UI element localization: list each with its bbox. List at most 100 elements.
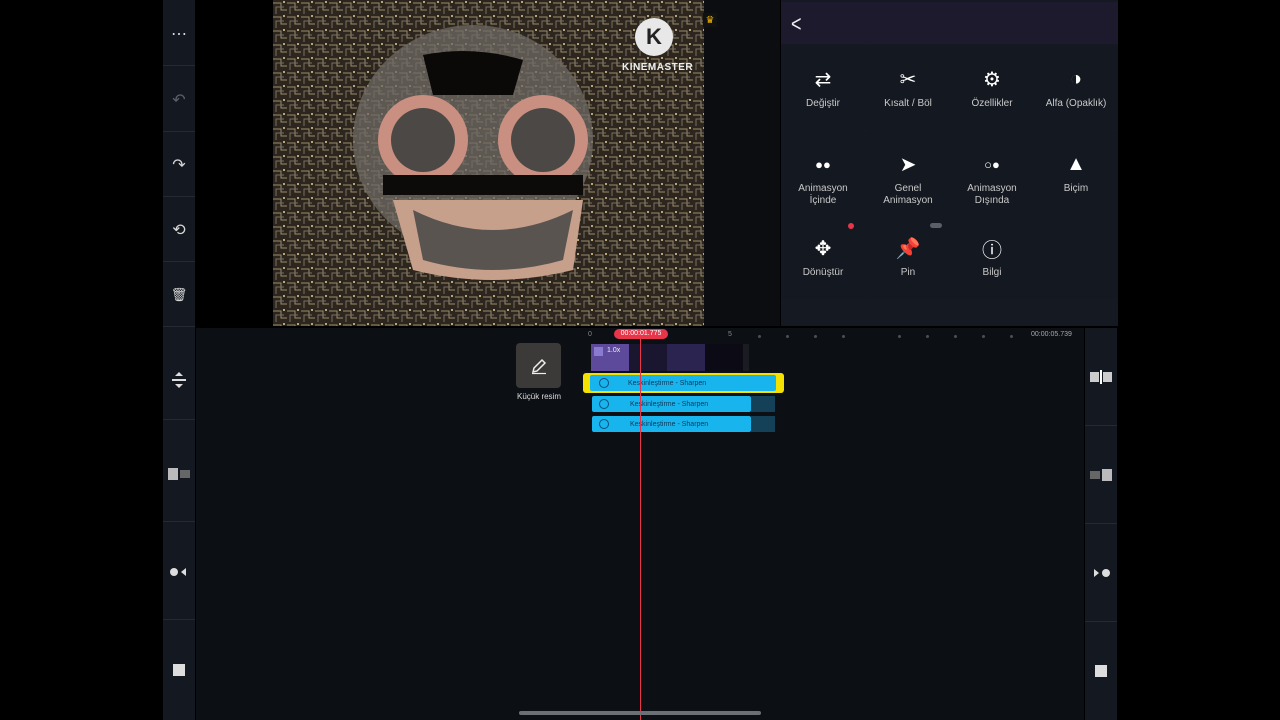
effect-icon bbox=[599, 419, 609, 429]
fx-settings-icon: ⚙ bbox=[983, 68, 1001, 91]
effect-clip-label: Keskinleştirme - Sharpen bbox=[630, 420, 709, 428]
ruler-tick bbox=[926, 335, 929, 338]
info-label: Bilgi bbox=[982, 267, 1002, 278]
out-animation-label: Animasyon Dışında bbox=[963, 183, 1020, 207]
video-clip-frame[interactable] bbox=[629, 344, 667, 371]
video-clip-end bbox=[743, 344, 749, 371]
transform-button[interactable]: ✥ Dönüştür bbox=[781, 215, 865, 299]
pencil-icon bbox=[531, 358, 546, 374]
panel-header: < bbox=[781, 2, 1118, 44]
in-animation-label-line1: Animasyon bbox=[798, 183, 848, 194]
delete-button[interactable]: 🗑 bbox=[163, 263, 195, 327]
ruler-tick bbox=[1010, 335, 1013, 338]
ruler-tick bbox=[842, 335, 845, 338]
effect-icon bbox=[599, 399, 609, 409]
replace-button[interactable]: ⇄ Değiştir bbox=[781, 46, 865, 130]
clip-type-icon bbox=[594, 347, 603, 356]
pin-label: Pin bbox=[900, 267, 916, 278]
split-button[interactable] bbox=[1085, 328, 1117, 426]
left-toolbar: ⋯ ↶ ↷ ⟲ 🗑 bbox=[163, 0, 195, 720]
clip-speed: 1.0x bbox=[607, 347, 621, 354]
thumbnail-label: Küçük resim bbox=[516, 392, 561, 401]
timeline-height-button[interactable] bbox=[163, 340, 195, 420]
effect-clip-tail bbox=[751, 396, 775, 412]
trash-icon: 🗑 bbox=[170, 286, 188, 302]
in-animation-button[interactable]: ●● Animasyon İçinde bbox=[781, 131, 865, 215]
rewind-button[interactable]: ⟲ bbox=[163, 198, 195, 262]
alpha-opacity-label: Alfa (Opaklık) bbox=[1045, 98, 1107, 109]
move-arrows-icon: ✥ bbox=[814, 237, 832, 260]
expand-vertical-icon bbox=[172, 371, 186, 388]
info-button[interactable]: ⓘ Bilgi bbox=[950, 215, 1034, 299]
in-animation-label-line2: İçinde bbox=[809, 195, 837, 206]
square-icon bbox=[1095, 665, 1107, 677]
ruler-tick bbox=[982, 335, 985, 338]
square-icon bbox=[173, 664, 185, 676]
jump-end-button[interactable] bbox=[1085, 524, 1117, 622]
premium-crown-icon[interactable]: ♛ bbox=[703, 13, 717, 27]
playhead-line[interactable] bbox=[640, 334, 641, 720]
out-animation-label-line2: Dışında bbox=[974, 195, 1010, 206]
ruler-tick bbox=[814, 335, 817, 338]
fullscreen-left-button[interactable] bbox=[163, 622, 195, 718]
redo-button[interactable]: ↷ bbox=[163, 133, 195, 197]
pin-button[interactable]: 📌 Pin bbox=[866, 215, 950, 299]
track-right-button[interactable] bbox=[1085, 426, 1117, 524]
more-icon: ⋯ bbox=[171, 25, 187, 43]
alpha-opacity-button[interactable]: ◑ Alfa (Opaklık) bbox=[1034, 46, 1118, 130]
more-button[interactable]: ⋯ bbox=[163, 2, 195, 66]
home-indicator[interactable] bbox=[519, 711, 761, 715]
fullscreen-right-button[interactable] bbox=[1085, 622, 1117, 720]
ruler-tick bbox=[954, 335, 957, 338]
thumbnail-button[interactable] bbox=[516, 343, 561, 388]
effect-clip[interactable]: Keskinleştirme - Sharpen bbox=[592, 416, 751, 432]
notification-dot bbox=[848, 223, 854, 229]
video-clip-frame[interactable] bbox=[705, 344, 743, 371]
preview-side-area bbox=[704, 0, 780, 326]
redo-icon: ↷ bbox=[172, 156, 186, 174]
video-clip-frame[interactable] bbox=[667, 344, 705, 371]
ruler-start-label: 0 bbox=[588, 331, 592, 338]
properties-label: Özellikler bbox=[971, 98, 1013, 109]
split-clip-icon bbox=[1090, 369, 1112, 384]
jump-start-button[interactable] bbox=[163, 524, 195, 620]
total-duration: 00:00:05.739 bbox=[1031, 331, 1072, 338]
track-icon bbox=[168, 467, 190, 480]
jump-to-start-icon bbox=[170, 567, 186, 576]
trim-split-label: Kısalt / Böl bbox=[884, 98, 932, 109]
track-icon bbox=[1090, 468, 1112, 481]
trim-split-button[interactable]: ✂ Kısalt / Böl bbox=[866, 46, 950, 130]
effect-clip-label: Keskinleştirme - Sharpen bbox=[630, 400, 709, 408]
info-icon: ⓘ bbox=[982, 239, 1002, 262]
ruler-mark-label: 5 bbox=[728, 331, 732, 338]
ruler-tick bbox=[758, 335, 761, 338]
out-animation-button[interactable]: ○● Animasyon Dışında bbox=[950, 131, 1034, 215]
opacity-icon: ◑ bbox=[1069, 67, 1083, 90]
shape-button[interactable]: ▲ Biçim bbox=[1034, 131, 1118, 215]
video-preview[interactable]: K KINEMASTER bbox=[273, 0, 704, 326]
undo-icon: ↶ bbox=[172, 91, 186, 109]
overall-animation-icon: ➤ bbox=[899, 153, 917, 176]
effect-clip[interactable]: Keskinleştirme - Sharpen bbox=[592, 396, 751, 412]
ruler-tick bbox=[786, 335, 789, 338]
track-left-button[interactable] bbox=[163, 426, 195, 522]
kinemaster-logo-icon: K bbox=[635, 18, 673, 56]
playhead-time: 00:00:01.775 bbox=[614, 329, 668, 339]
clip-speed-block[interactable]: 1.0x bbox=[591, 344, 629, 371]
effect-clip-selected[interactable]: Keskinleştirme - Sharpen bbox=[590, 375, 776, 391]
properties-button[interactable]: ⚙ Özellikler bbox=[950, 46, 1034, 130]
undo-button[interactable]: ↶ bbox=[163, 68, 195, 132]
effect-icon bbox=[599, 378, 609, 388]
back-button[interactable]: < bbox=[791, 11, 802, 38]
shape-label: Biçim bbox=[1063, 183, 1089, 194]
right-toolbar bbox=[1085, 328, 1117, 720]
kinemaster-watermark: KINEMASTER bbox=[622, 62, 694, 73]
replace-icon: ⇄ bbox=[814, 68, 832, 91]
ruler-tick bbox=[898, 335, 901, 338]
out-animation-icon: ○● bbox=[984, 156, 1000, 172]
shape-icon: ▲ bbox=[1066, 152, 1086, 175]
overall-animation-button[interactable]: ➤ Genel Animasyon bbox=[866, 131, 950, 215]
replace-label: Değiştir bbox=[806, 98, 840, 109]
in-animation-icon: ●● bbox=[815, 156, 831, 172]
pin-toggle-indicator bbox=[930, 223, 942, 228]
